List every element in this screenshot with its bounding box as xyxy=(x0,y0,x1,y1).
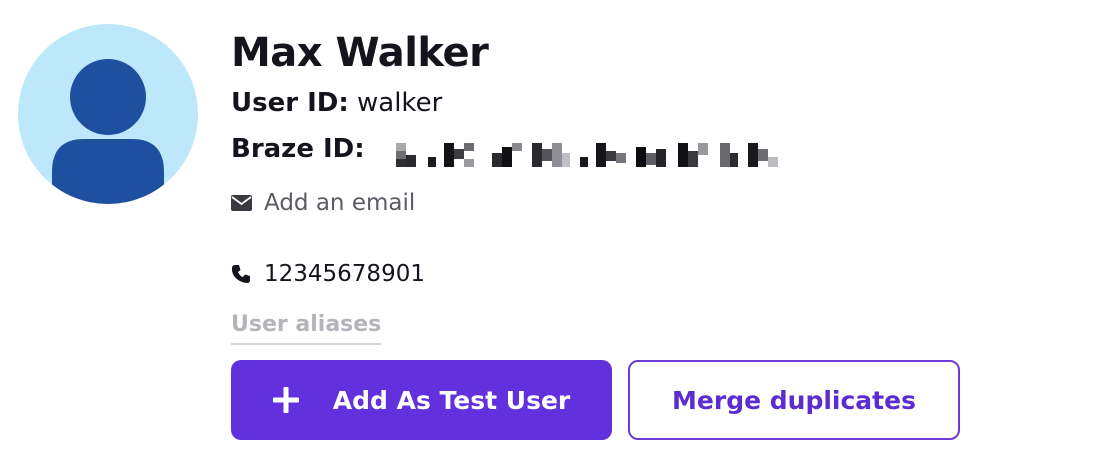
merge-duplicates-button[interactable]: Merge duplicates xyxy=(628,360,960,440)
user-aliases-link[interactable]: User aliases xyxy=(231,312,382,345)
braze-id-row: Braze ID: xyxy=(231,134,365,164)
user-name: Max Walker xyxy=(231,30,489,76)
email-row[interactable]: Add an email xyxy=(231,190,415,216)
add-as-test-user-label: Add As Test User xyxy=(332,385,571,415)
braze-id-redacted-value xyxy=(396,143,778,167)
profile-info: Max Walker User ID: walker Braze ID: Add… xyxy=(231,0,991,470)
avatar xyxy=(18,24,198,204)
phone-row: 12345678901 xyxy=(231,261,425,287)
braze-id-label: Braze ID: xyxy=(231,134,365,164)
envelope-icon xyxy=(231,192,253,214)
user-id-row: User ID: walker xyxy=(231,88,442,118)
user-id-label: User ID: xyxy=(231,88,349,118)
email-placeholder[interactable]: Add an email xyxy=(264,190,415,216)
user-id-value: walker xyxy=(357,88,443,118)
phone-number: 12345678901 xyxy=(264,261,425,287)
phone-icon xyxy=(231,263,253,285)
add-as-test-user-button[interactable]: Add As Test User xyxy=(231,360,612,440)
plus-icon xyxy=(272,387,299,413)
merge-duplicates-label: Merge duplicates xyxy=(672,385,916,415)
user-silhouette-icon xyxy=(18,24,198,204)
